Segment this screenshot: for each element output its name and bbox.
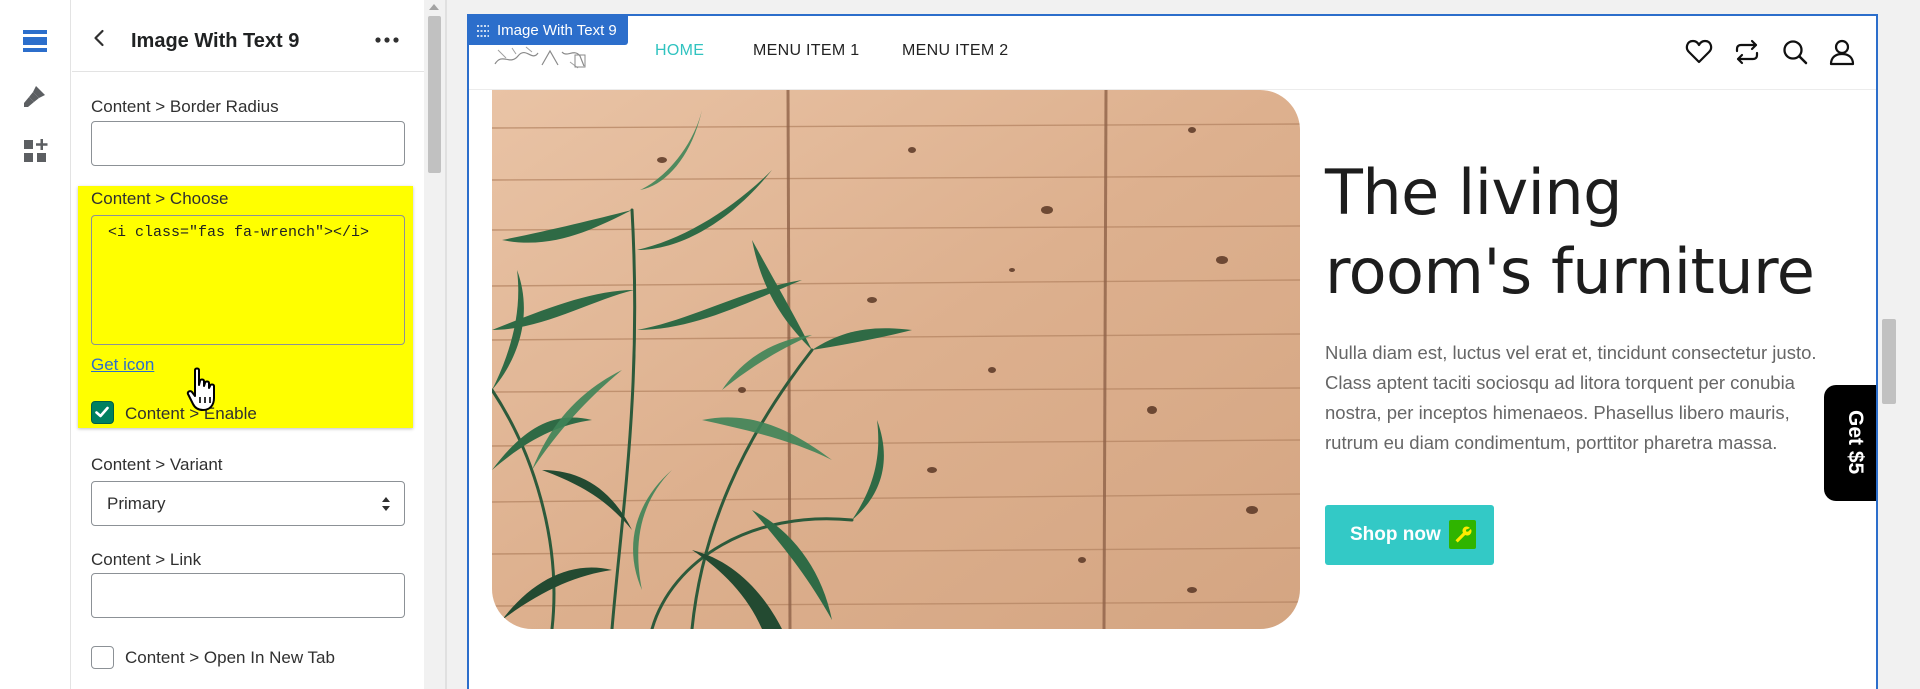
shop-now-label: Shop now xyxy=(1350,524,1441,545)
wrench-icon xyxy=(1449,520,1476,549)
choose-icon-code-input[interactable]: <i class="fas fa-wrench"></i> xyxy=(91,215,405,345)
user-icon[interactable] xyxy=(1828,38,1856,66)
link-label: Content > Link xyxy=(91,550,202,569)
preview-scrollbar-thumb[interactable] xyxy=(1882,319,1896,404)
back-arrow-icon[interactable] xyxy=(90,28,110,48)
theme-brush-icon[interactable] xyxy=(14,75,56,117)
section-badge[interactable]: Image With Text 9 xyxy=(468,16,628,45)
variant-select[interactable]: Primary xyxy=(91,481,405,526)
hero-title: The living room's furniture xyxy=(1325,156,1815,308)
hand-pointer-cursor-icon xyxy=(186,367,215,411)
enable-checkbox[interactable] xyxy=(91,401,114,424)
editor-icon-rail xyxy=(0,0,71,689)
nav-menu-item-2[interactable]: MENU ITEM 2 xyxy=(902,42,1008,60)
choose-label: Content > Choose xyxy=(91,189,229,208)
hero-description: Nulla diam est, luctus vel erat et, tinc… xyxy=(1325,342,1817,453)
section-grid-icon xyxy=(477,24,489,37)
nav-menu-item-1[interactable]: MENU ITEM 1 xyxy=(753,42,859,60)
border-radius-label: Content > Border Radius xyxy=(91,97,279,116)
sections-icon[interactable] xyxy=(14,20,56,62)
variant-select-value: Primary xyxy=(107,494,166,513)
panel-header: Image With Text 9 xyxy=(72,0,425,72)
storefront-preview: HOME MENU ITEM 1 MENU ITEM 2 The living … xyxy=(467,14,1878,689)
open-new-tab-label: Content > Open In New Tab xyxy=(125,648,335,667)
store-logo[interactable] xyxy=(492,44,589,70)
shop-now-button[interactable]: Shop now xyxy=(1325,505,1494,565)
hero-image xyxy=(492,90,1300,629)
section-badge-label: Image With Text 9 xyxy=(497,22,617,39)
heart-icon[interactable] xyxy=(1685,38,1713,66)
panel-scrollbar[interactable] xyxy=(424,0,445,689)
get-icon-link[interactable]: Get icon xyxy=(91,355,154,375)
promo-tab-label: Get $5 xyxy=(1844,410,1867,475)
preview-scrollbar[interactable] xyxy=(1878,0,1920,689)
link-input[interactable] xyxy=(91,573,405,618)
panel-scrollbar-thumb[interactable] xyxy=(428,16,441,173)
more-options-icon[interactable] xyxy=(372,30,402,50)
select-arrows-icon xyxy=(382,497,390,511)
compare-arrows-icon[interactable] xyxy=(1733,38,1761,66)
panel-title: Image With Text 9 xyxy=(131,30,300,52)
nav-home[interactable]: HOME xyxy=(655,42,704,60)
apps-icon[interactable] xyxy=(14,130,56,172)
open-new-tab-checkbox[interactable] xyxy=(91,646,114,669)
scroll-up-arrow-icon[interactable] xyxy=(429,4,439,10)
border-radius-input[interactable] xyxy=(91,121,405,166)
checkmark-icon xyxy=(95,406,109,418)
settings-panel: Image With Text 9 Content > Border Radiu… xyxy=(72,0,425,689)
search-icon[interactable] xyxy=(1781,38,1809,66)
variant-label: Content > Variant xyxy=(91,455,223,474)
promo-side-tab[interactable]: Get $5 xyxy=(1824,385,1876,501)
